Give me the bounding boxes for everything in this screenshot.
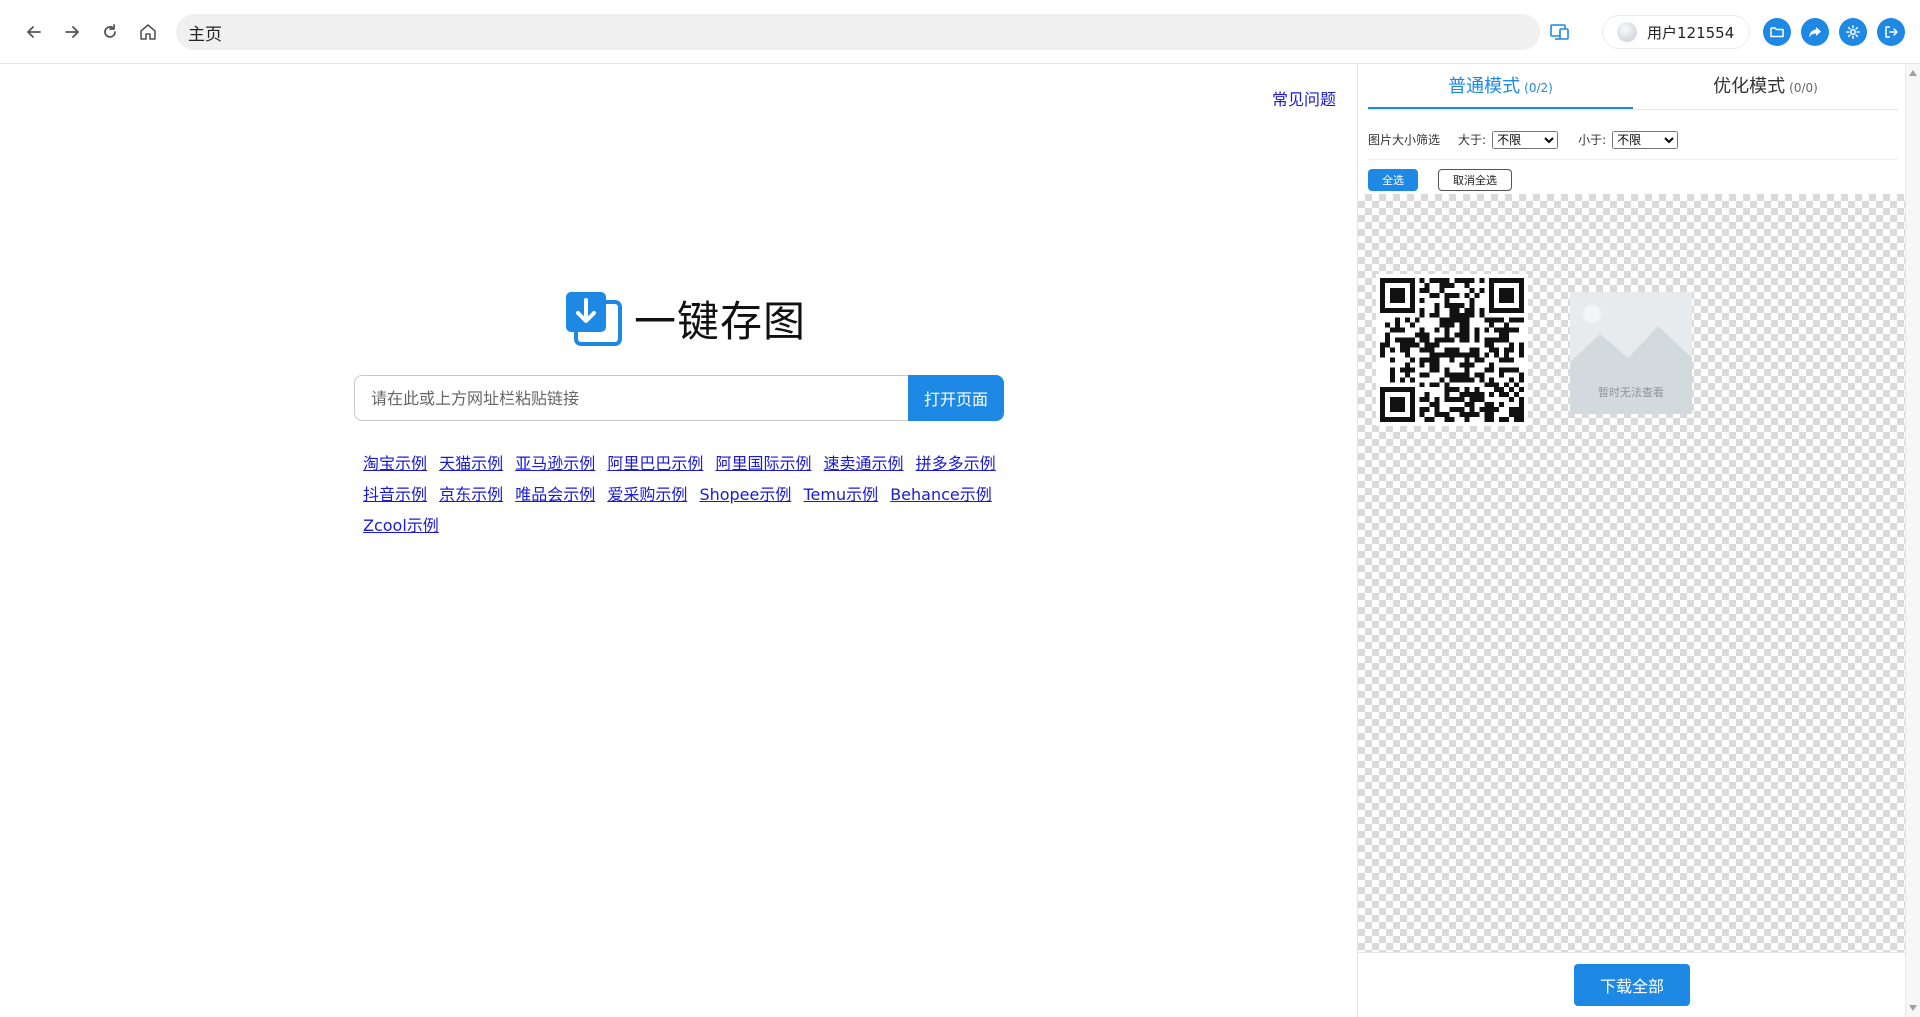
size-filter: 图片大小筛选 大于: 不限 小于: 不限 — [1368, 120, 1898, 160]
faq-link[interactable]: 常见问题 — [1272, 86, 1336, 110]
address-bar[interactable]: 主页 — [176, 14, 1540, 50]
example-links: 淘宝示例 天猫示例 亚马逊示例 阿里巴巴示例 阿里国际示例 速卖通示例 拼多多示… — [363, 448, 1003, 541]
mode-tabs: 普通模式 (0/2) 优化模式 (0/0) — [1368, 64, 1898, 110]
browser-toolbar: 主页 用户121554 — [0, 0, 1920, 64]
folder-icon — [1770, 27, 1784, 38]
example-link-douyin[interactable]: 抖音示例 — [363, 485, 427, 504]
logo: 一键存图 — [564, 288, 806, 349]
image-thumbnail-qr[interactable] — [1376, 274, 1528, 426]
max-size-select[interactable]: 不限 — [1612, 130, 1679, 149]
example-link-behance[interactable]: Behance示例 — [890, 485, 992, 504]
tab-label: 优化模式 — [1713, 76, 1786, 97]
example-link-pinduoduo[interactable]: 拼多多示例 — [916, 454, 996, 473]
search-bar: 打开页面 — [354, 375, 1004, 421]
url-input[interactable] — [354, 375, 908, 421]
home-icon — [140, 24, 156, 40]
example-link-jd[interactable]: 京东示例 — [439, 485, 503, 504]
qr-code-image — [1380, 278, 1524, 422]
settings-button[interactable] — [1839, 18, 1867, 46]
scroll-down-arrow[interactable] — [1909, 1005, 1917, 1011]
reload-icon — [104, 24, 116, 38]
image-thumbnail-unavailable[interactable]: 暂时无法查看 — [1570, 292, 1692, 414]
example-link-alibaba-intl[interactable]: 阿里国际示例 — [715, 454, 811, 473]
tab-optimized-mode[interactable]: 优化模式 (0/0) — [1633, 64, 1898, 109]
unavailable-text: 暂时无法查看 — [1598, 386, 1664, 399]
screen-switch-icon — [1550, 24, 1569, 40]
example-link-zcool[interactable]: Zcool示例 — [363, 516, 439, 535]
scroll-up-arrow[interactable] — [1909, 70, 1917, 76]
panel-footer: 下载全部 — [1358, 952, 1906, 1017]
tab-count: (0/0) — [1789, 81, 1818, 95]
example-link-taobao[interactable]: 淘宝示例 — [363, 454, 427, 473]
logout-icon — [1885, 26, 1898, 38]
reload-button[interactable] — [94, 16, 126, 48]
folder-button[interactable] — [1763, 18, 1791, 46]
gear-icon — [1846, 25, 1860, 39]
forward-button[interactable] — [56, 16, 88, 48]
user-name: 用户121554 — [1647, 23, 1735, 42]
max-size-label: 小于: — [1578, 133, 1607, 147]
filter-label: 图片大小筛选 — [1368, 133, 1441, 147]
open-page-button[interactable]: 打开页面 — [908, 375, 1004, 421]
tab-normal-mode[interactable]: 普通模式 (0/2) — [1368, 64, 1633, 109]
example-link-aicaigou[interactable]: 爱采购示例 — [607, 485, 687, 504]
deselect-all-button[interactable]: 取消全选 — [1438, 169, 1512, 191]
tab-label: 普通模式 — [1448, 76, 1521, 97]
tab-count: (0/2) — [1524, 81, 1553, 95]
min-size-label: 大于: — [1458, 133, 1487, 147]
arrow-left-icon — [27, 26, 41, 38]
user-account[interactable]: 用户121554 — [1602, 15, 1750, 49]
back-button[interactable] — [18, 16, 50, 48]
image-grid: 暂时无法查看 — [1358, 194, 1906, 952]
example-link-aliexpress[interactable]: 速卖通示例 — [824, 454, 904, 473]
example-link-tmall[interactable]: 天猫示例 — [439, 454, 503, 473]
select-all-button[interactable]: 全选 — [1368, 169, 1418, 191]
example-link-temu[interactable]: Temu示例 — [803, 485, 878, 504]
screen-switch-button[interactable] — [1546, 18, 1574, 46]
download-all-button[interactable]: 下载全部 — [1574, 964, 1690, 1006]
min-size-select[interactable]: 不限 — [1492, 130, 1559, 149]
avatar — [1617, 22, 1637, 42]
share-icon — [1809, 27, 1821, 38]
logo-text: 一键存图 — [634, 297, 807, 346]
example-link-alibaba[interactable]: 阿里巴巴示例 — [607, 454, 703, 473]
example-link-amazon[interactable]: 亚马逊示例 — [515, 454, 595, 473]
logout-button[interactable] — [1877, 18, 1905, 46]
vertical-scrollbar[interactable] — [1905, 64, 1920, 1017]
selection-buttons: 全选 取消全选 — [1368, 162, 1512, 198]
example-link-vip[interactable]: 唯品会示例 — [515, 485, 595, 504]
download-logo-icon — [566, 291, 622, 346]
home-button[interactable] — [132, 16, 164, 48]
share-button[interactable] — [1801, 18, 1829, 46]
example-link-shopee[interactable]: Shopee示例 — [699, 485, 791, 504]
arrow-right-icon — [65, 26, 79, 38]
address-text: 主页 — [188, 24, 222, 45]
image-panel: 普通模式 (0/2) 优化模式 (0/0) 图片大小筛选 大于: 不限 小于: 不限… — [1357, 64, 1906, 1017]
